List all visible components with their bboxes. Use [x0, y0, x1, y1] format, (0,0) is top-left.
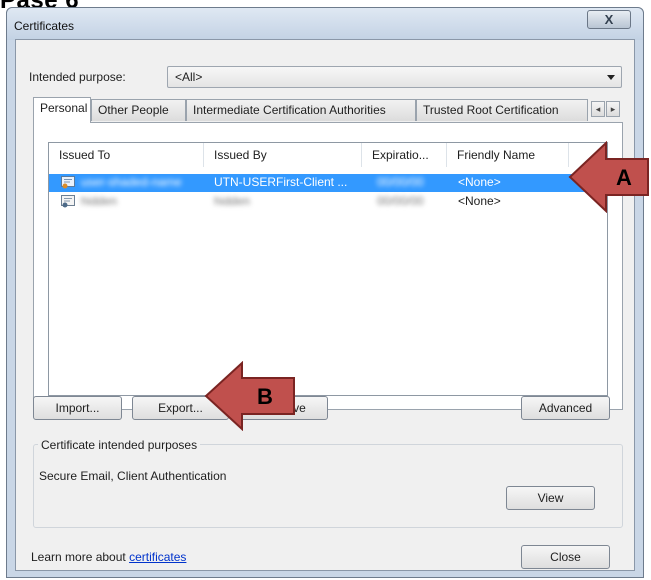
learn-more-prefix: Learn more about — [31, 550, 130, 564]
import-button[interactable]: Import... — [33, 396, 122, 420]
callout-label-b: B — [257, 384, 273, 409]
expiration-cell: 00/00/00 — [377, 175, 424, 189]
tab-scroll-right-icon[interactable]: ▸ — [606, 101, 620, 117]
table-row[interactable]: user-shaded-name UTN-USERFirst-Client ..… — [49, 174, 590, 192]
intended-purpose-label: Intended purpose: — [29, 70, 126, 84]
close-button[interactable]: Close — [521, 545, 610, 569]
intended-purpose-dropdown[interactable]: <All> — [167, 66, 622, 88]
column-issued-to[interactable]: Issued To — [49, 143, 204, 167]
certificates-link[interactable]: certificates — [129, 550, 186, 564]
tab-other-people[interactable]: Other People — [91, 99, 186, 121]
tab-personal[interactable]: Personal — [33, 97, 91, 123]
callout-label-a: A — [616, 165, 632, 190]
personal-tab-panel: Issued To Issued By Expiratio... Friendl… — [33, 122, 623, 410]
view-button[interactable]: View — [506, 486, 595, 510]
tab-intermediate-ca[interactable]: Intermediate Certification Authorities — [186, 99, 416, 121]
advanced-button[interactable]: Advanced — [521, 396, 610, 420]
issued-by-cell: UTN-USERFirst-Client ... — [214, 175, 348, 189]
dialog-title: Certificates — [14, 19, 75, 33]
tab-trusted-root-ca[interactable]: Trusted Root Certification — [416, 99, 588, 121]
certificate-list[interactable]: Issued To Issued By Expiratio... Friendl… — [48, 142, 608, 396]
friendly-name-cell: <None> — [458, 194, 501, 208]
tab-scroll-left-icon[interactable]: ◂ — [591, 101, 605, 117]
dialog-client-area: Intended purpose: <All> Personal Other P… — [15, 39, 635, 571]
callout-arrow-b: B — [204, 361, 296, 431]
certificates-dialog: Certificates X Intended purpose: <All> P… — [6, 7, 644, 578]
certificate-icon — [61, 176, 75, 189]
chevron-down-icon — [607, 75, 615, 80]
expiration-cell: 00/00/00 — [377, 194, 424, 208]
intended-purpose-value: <All> — [175, 70, 203, 84]
close-icon[interactable]: X — [587, 10, 631, 29]
table-row[interactable]: hidden hidden 00/00/00 <None> — [49, 193, 590, 211]
group-title: Certificate intended purposes — [38, 438, 201, 452]
issued-to-cell: user-shaded-name — [81, 175, 182, 189]
issued-by-cell: hidden — [214, 194, 251, 208]
tab-strip: Personal Other People Intermediate Certi… — [33, 97, 623, 123]
column-issued-by[interactable]: Issued By — [204, 143, 362, 167]
friendly-name-cell: <None> — [458, 175, 501, 189]
certificate-icon — [61, 195, 75, 208]
list-header: Issued To Issued By Expiratio... Friendl… — [49, 143, 607, 167]
issued-to-cell: hidden — [81, 194, 118, 208]
title-bar[interactable]: Certificates X — [7, 8, 643, 40]
left-arrow-icon — [568, 141, 649, 213]
left-arrow-icon — [204, 361, 295, 431]
callout-arrow-a: A — [568, 141, 650, 213]
column-expiration[interactable]: Expiratio... — [362, 143, 447, 167]
column-friendly-name[interactable]: Friendly Name — [447, 143, 569, 167]
intended-purposes-text: Secure Email, Client Authentication — [39, 469, 227, 483]
learn-more-text: Learn more about certificates — [31, 550, 186, 564]
